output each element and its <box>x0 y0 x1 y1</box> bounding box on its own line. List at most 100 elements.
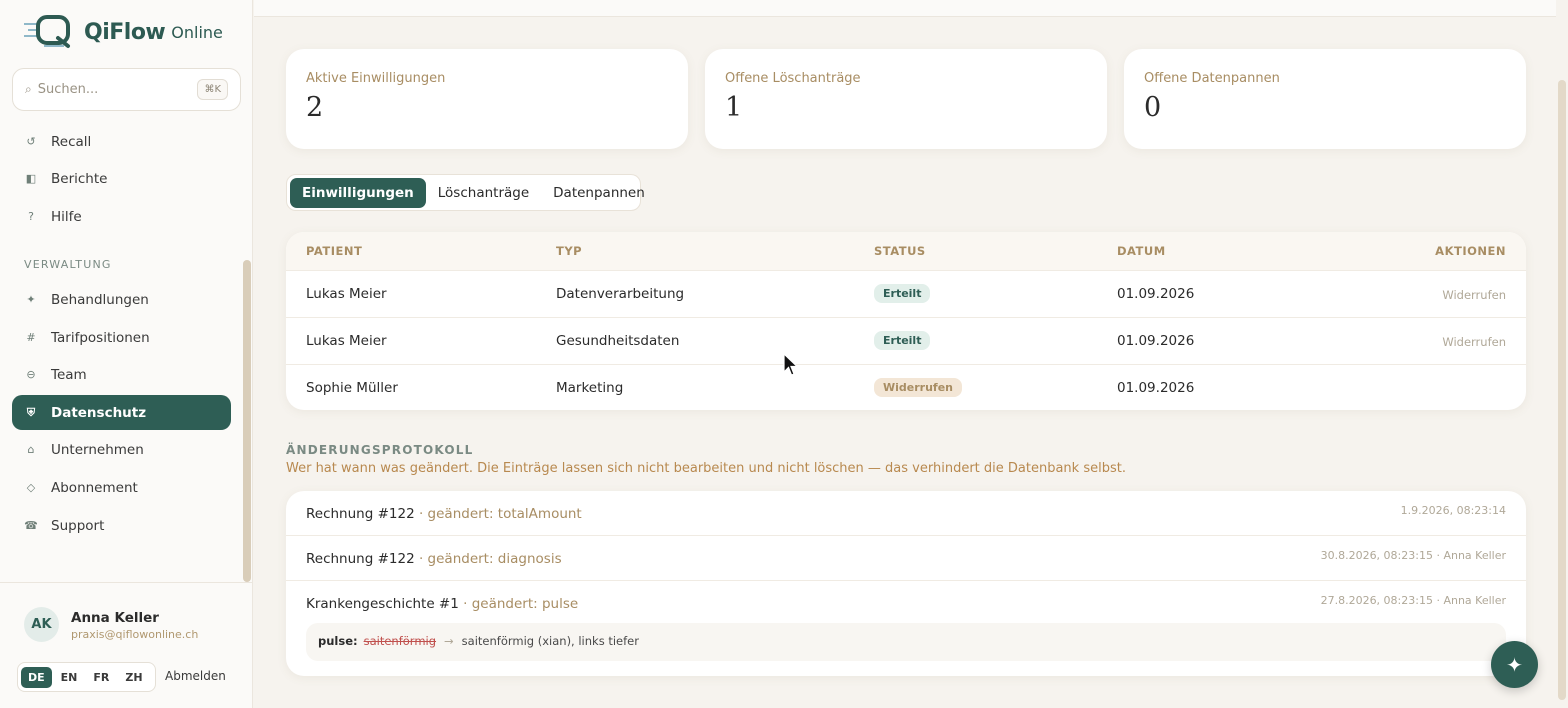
nav-label: Behandlungen <box>51 291 149 308</box>
diff-new-value: saitenförmig (xian), links tiefer <box>461 634 639 648</box>
table-header: PATIENT TYP STATUS DATUM AKTIONEN <box>286 232 1526 270</box>
nav-item-team[interactable]: ⊖ Team <box>12 357 231 392</box>
log-record: Rechnung #122 <box>306 551 415 567</box>
list-item[interactable]: Rechnung #122 · geändert: diagnosis 30.8… <box>286 535 1526 580</box>
hash-icon: # <box>26 331 36 344</box>
diamond-icon: ◇ <box>26 481 36 494</box>
nav-label: Berichte <box>51 170 108 187</box>
tab-einwilligungen[interactable]: Einwilligungen <box>290 177 426 208</box>
kpi-value: 0 <box>1144 92 1162 123</box>
nav-item-berichte[interactable]: ◧ Berichte <box>12 161 231 196</box>
column-header-aktionen: AKTIONEN <box>1435 244 1506 258</box>
diff-key: pulse: <box>318 634 358 648</box>
search-icon: ⌕ <box>25 82 32 96</box>
nav-item-unternehmen[interactable]: ⌂ Unternehmen <box>12 432 231 467</box>
list-item[interactable]: Krankengeschichte #1 · geändert: pulse 2… <box>286 580 1526 625</box>
phone-icon: ☎ <box>24 519 38 532</box>
tab-loeschantraege[interactable]: Löschanträge <box>426 178 541 208</box>
nav-item-behandlungen[interactable]: ✦ Behandlungen <box>12 282 231 317</box>
nav-label: Recall <box>51 133 92 150</box>
changelog-list: Rechnung #122 · geändert: totalAmount 1.… <box>286 491 1526 676</box>
log-entry-text: Rechnung #122 · geändert: totalAmount <box>306 506 582 522</box>
nav-label: Team <box>51 366 87 383</box>
report-icon: ◧ <box>25 172 37 185</box>
kpi-label: Offene Löschanträge <box>725 71 861 86</box>
divider <box>0 582 253 583</box>
list-item[interactable]: Rechnung #122 · geändert: totalAmount 1.… <box>286 491 1526 536</box>
nav-item-tarifpositionen[interactable]: # Tarifpositionen <box>12 320 231 355</box>
change-diff: pulse: saitenförmig → saitenförmig (xian), … <box>306 623 1506 661</box>
user-email: praxis@qiflowonline.ch <box>71 628 199 641</box>
shield-icon: ⛨ <box>26 405 36 419</box>
refresh-icon: ↺ <box>26 135 36 148</box>
cell-patient: Lukas Meier <box>306 333 387 349</box>
nav-label: Datenschutz <box>51 404 147 421</box>
lang-en[interactable]: EN <box>54 667 85 688</box>
qiflow-logo-icon <box>24 15 70 48</box>
kpi-value: 1 <box>725 92 743 123</box>
arrow-right-icon: → <box>444 634 454 648</box>
nav-label: Abonnement <box>51 479 138 496</box>
assistant-fab-button[interactable]: ✦ <box>1491 641 1538 688</box>
nav-label: Unternehmen <box>51 441 144 458</box>
nav-item-datenschutz[interactable]: ⛨ Datenschutz <box>12 395 231 430</box>
revoke-button[interactable]: Widerrufen <box>1442 335 1506 349</box>
sidebar-scrollbar[interactable] <box>243 260 251 582</box>
status-badge: Widerrufen <box>874 378 962 397</box>
table-row[interactable]: Lukas Meier Gesundheitsdaten Erteilt 01.… <box>286 317 1526 364</box>
page-scrollbar[interactable] <box>1558 80 1566 700</box>
kpi-card-open-breaches: Offene Datenpannen 0 <box>1124 49 1526 149</box>
logout-button[interactable]: Abmelden <box>165 669 226 683</box>
nav-item-support[interactable]: ☎ Support <box>12 508 231 543</box>
nav-item-recall[interactable]: ↺ Recall <box>12 124 231 159</box>
log-record: Rechnung #122 <box>306 506 415 522</box>
avatar[interactable]: AK <box>24 607 59 642</box>
cell-patient: Lukas Meier <box>306 286 387 302</box>
brand-logo[interactable]: QiFlow Online <box>24 14 223 50</box>
column-header-status[interactable]: STATUS <box>874 244 926 258</box>
revoke-button[interactable]: Widerrufen <box>1442 288 1506 302</box>
home-icon: ⌂ <box>27 443 35 456</box>
top-bar <box>254 0 1556 17</box>
table-row[interactable]: Sophie Müller Marketing Widerrufen 01.09… <box>286 364 1526 410</box>
cell-datum: 01.09.2026 <box>1117 380 1195 396</box>
nav-item-abonnement[interactable]: ◇ Abonnement <box>12 470 231 505</box>
cell-typ: Marketing <box>556 380 624 396</box>
sidebar: QiFlow Online ⌕ ⌘K ↺ Recall ◧ Berichte ?… <box>0 0 253 708</box>
cell-datum: 01.09.2026 <box>1117 286 1195 302</box>
cell-patient: Sophie Müller <box>306 380 398 396</box>
search-box[interactable]: ⌕ ⌘K <box>12 68 241 111</box>
column-header-patient[interactable]: PATIENT <box>306 244 362 258</box>
log-entry-text: Rechnung #122 · geändert: diagnosis <box>306 551 562 567</box>
cell-typ: Datenverarbeitung <box>556 286 685 302</box>
lang-de[interactable]: DE <box>21 666 52 688</box>
log-change: · geändert: diagnosis <box>414 551 562 567</box>
help-icon: ? <box>28 210 34 223</box>
diff-old-value: saitenförmig <box>363 634 437 648</box>
tab-datenpannen[interactable]: Datenpannen <box>541 178 657 208</box>
search-input[interactable] <box>37 82 198 97</box>
nav-label: Tarifpositionen <box>51 329 150 346</box>
log-meta: 30.8.2026, 08:23:15 · Anna Keller <box>1320 549 1506 562</box>
search-shortcut: ⌘K <box>197 79 228 100</box>
status-badge: Erteilt <box>874 284 931 303</box>
kpi-label: Aktive Einwilligungen <box>306 71 446 86</box>
log-meta: 27.8.2026, 08:23:15 · Anna Keller <box>1320 594 1506 607</box>
cell-typ: Gesundheitsdaten <box>556 333 680 349</box>
log-change: · geändert: pulse <box>458 596 579 612</box>
kpi-value: 2 <box>306 92 324 123</box>
log-meta: 1.9.2026, 08:23:14 <box>1400 504 1506 517</box>
column-header-datum[interactable]: DATUM <box>1117 244 1166 258</box>
kpi-card-active-consents: Aktive Einwilligungen 2 <box>286 49 688 149</box>
lang-zh[interactable]: ZH <box>118 667 149 688</box>
column-header-typ[interactable]: TYP <box>556 244 582 258</box>
nav-item-hilfe[interactable]: ? Hilfe <box>12 199 231 234</box>
changelog-description: Wer hat wann was geändert. Die Einträge … <box>286 461 1126 476</box>
table-row[interactable]: Lukas Meier Datenverarbeitung Erteilt 01… <box>286 270 1526 317</box>
language-switcher: DE EN FR ZH <box>17 662 156 692</box>
changelog-title: ÄNDERUNGSPROTOKOLL <box>286 443 474 457</box>
lang-fr[interactable]: FR <box>86 667 116 688</box>
mouse-cursor-icon <box>783 353 799 376</box>
consents-table: PATIENT TYP STATUS DATUM AKTIONEN Lukas … <box>286 232 1526 410</box>
team-icon: ⊖ <box>26 368 36 381</box>
